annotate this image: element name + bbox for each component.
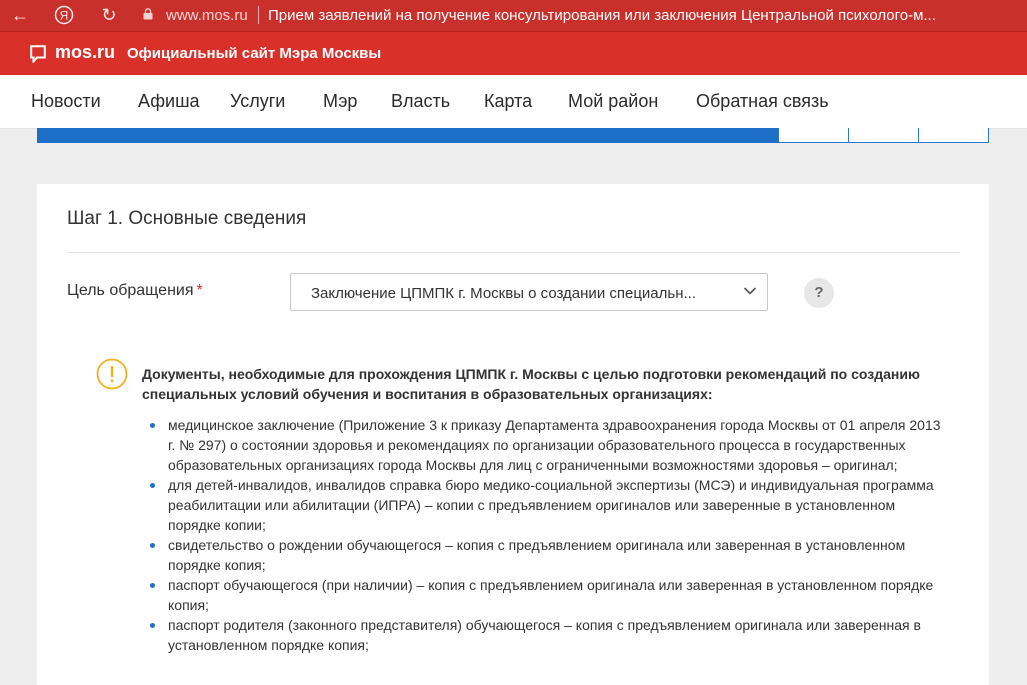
bullet-icon [150,483,155,488]
purpose-label: Цель обращения * [67,282,203,300]
nav-item-afisha[interactable]: Афиша [138,91,200,112]
list-item: свидетельство о рождении обучающегося – … [143,535,943,575]
bullet-icon [150,543,155,548]
site-header: mos.ru Официальный сайт Мэра Москвы [0,31,1027,75]
documents-list: медицинское заключение (Приложение 3 к п… [143,415,943,655]
bullet-icon [150,423,155,428]
svg-text:Я: Я [60,9,69,23]
progress-step-3 [848,128,920,143]
site-tagline: Официальный сайт Мэра Москвы [127,45,382,62]
list-item-text: медицинское заключение (Приложение 3 к п… [168,417,941,473]
bullet-icon [150,583,155,588]
help-button[interactable]: ? [804,278,834,308]
list-item: для детей-инвалидов, инвалидов справка б… [143,475,943,535]
divider [67,252,959,253]
mos-logo-icon[interactable] [30,45,46,63]
nav-item-my-district[interactable]: Мой район [568,91,658,112]
reload-icon[interactable]: ↻ [98,3,120,27]
progress-filled [37,128,780,143]
progress-step-2 [778,128,850,143]
nav-item-services[interactable]: Услуги [230,91,285,112]
chevron-down-icon [743,287,757,295]
form-card: Шаг 1. Основные сведения Цель обращения *… [37,184,989,685]
purpose-select-value: Заключение ЦПМПК г. Москвы о создании сп… [311,285,696,302]
nav-item-map[interactable]: Карта [484,91,532,112]
list-item: паспорт обучающегося (при наличии) – коп… [143,575,943,615]
back-arrow-icon[interactable]: ← [9,3,31,27]
list-item-text: паспорт родителя (законного представител… [168,617,921,653]
yandex-icon[interactable]: Я [53,3,75,31]
nav-item-news[interactable]: Новости [31,91,101,112]
required-mark: * [196,282,203,299]
step-title: Шаг 1. Основные сведения [67,208,307,229]
bullet-icon [150,623,155,628]
purpose-label-text: Цель обращения [67,282,194,299]
browser-toolbar: ← Я ↻ www.mos.ru Прием заявлений на полу… [0,0,1027,31]
list-item-text: свидетельство о рождении обучающегося – … [168,537,906,573]
purpose-select[interactable]: Заключение ЦПМПК г. Москвы о создании сп… [290,273,768,311]
list-item: паспорт родителя (законного представител… [143,615,943,655]
nav-item-feedback[interactable]: Обратная связь [696,91,829,112]
page-title: Прием заявлений на получение консультиро… [268,7,936,24]
step-progress-bar [37,128,989,144]
list-item: медицинское заключение (Приложение 3 к п… [143,415,943,475]
documents-title: Документы, необходимые для прохождения Ц… [142,366,920,402]
warning-icon [96,358,128,390]
progress-step-4 [918,128,989,143]
lock-icon [143,8,153,20]
site-brand[interactable]: mos.ru [55,42,115,63]
list-item-text: для детей-инвалидов, инвалидов справка б… [168,477,934,533]
address-separator [258,6,259,24]
list-item-text: паспорт обучающегося (при наличии) – коп… [168,577,934,613]
main-navigation: Новости Афиша Услуги Мэр Власть Карта Мо… [0,75,1027,129]
address-bar-url[interactable]: www.mos.ru [166,7,248,24]
nav-item-mayor[interactable]: Мэр [323,91,357,112]
nav-item-government[interactable]: Власть [391,91,450,112]
